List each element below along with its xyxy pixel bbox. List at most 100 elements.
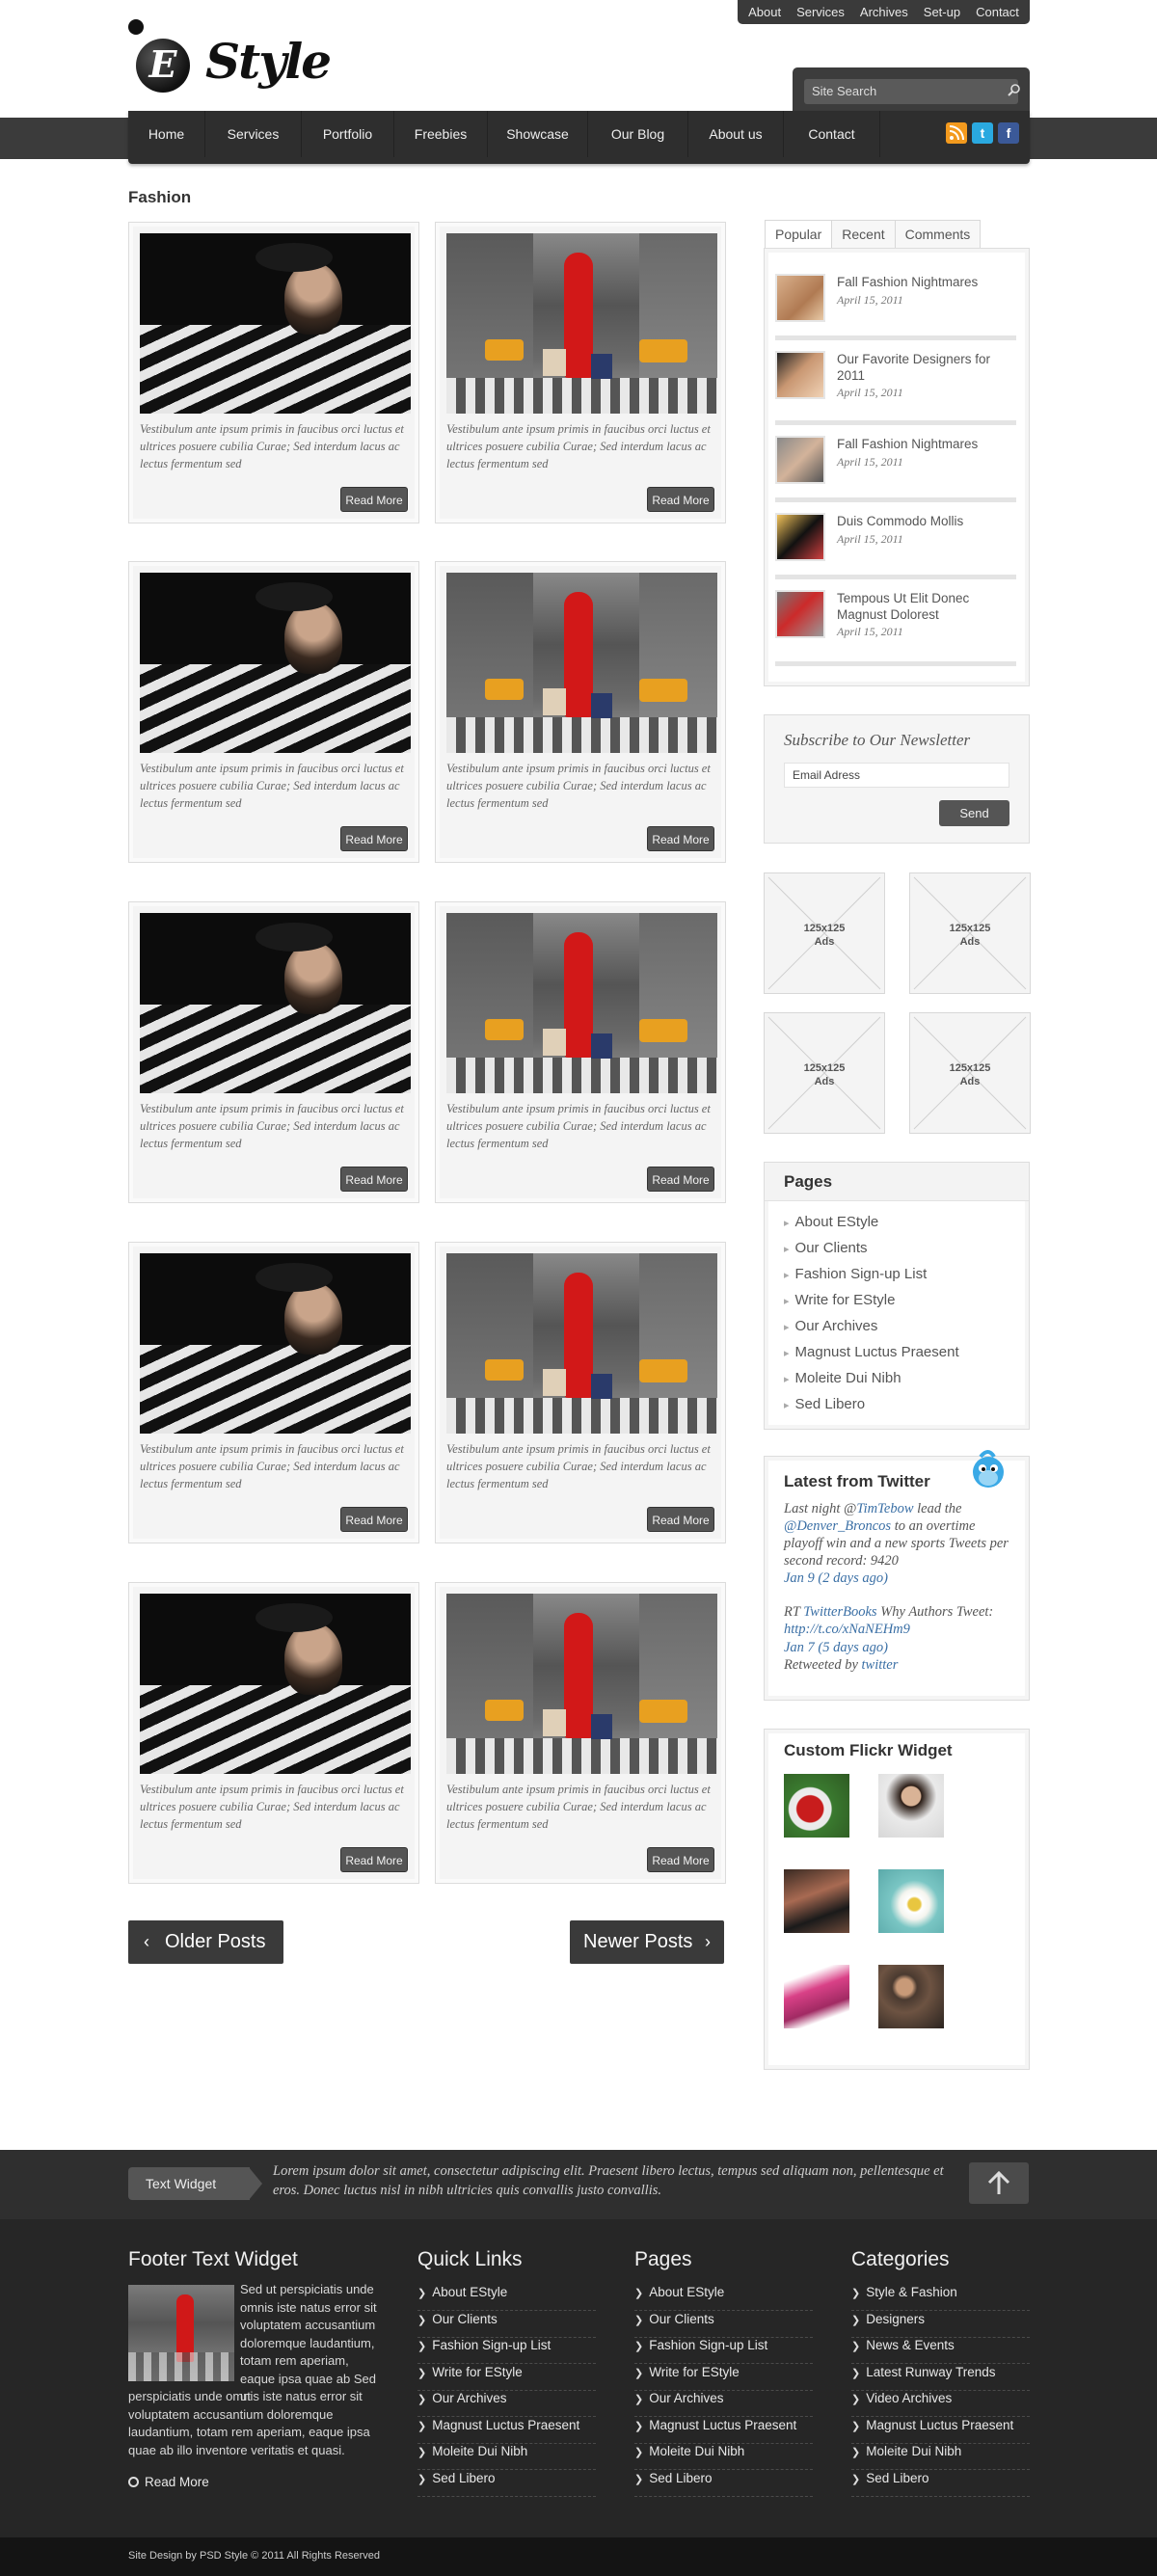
footer-quick-links-link[interactable]: ❯ Write for EStyle bbox=[417, 2365, 596, 2391]
newer-posts-button[interactable]: Newer Posts › bbox=[570, 1920, 724, 1964]
toplink-about[interactable]: About bbox=[748, 5, 781, 19]
tweet-url-link[interactable]: http://t.co/xNaNEHm9 bbox=[784, 1622, 910, 1637]
read-more-button[interactable]: Read More bbox=[340, 1847, 408, 1872]
footer-categories-link[interactable]: ❯ Style & Fashion bbox=[851, 2285, 1030, 2311]
ad-slot[interactable]: 125x125 Ads bbox=[909, 872, 1031, 994]
post-image[interactable] bbox=[140, 913, 411, 1093]
read-more-button[interactable]: Read More bbox=[647, 1507, 714, 1532]
popular-item[interactable]: Fall Fashion Nightmares April 15, 2011 bbox=[775, 268, 1016, 335]
pages-list-item[interactable]: ▸ Fashion Sign-up List bbox=[784, 1266, 927, 1282]
tweet-1-time[interactable]: Jan 9 (2 days ago) bbox=[784, 1570, 888, 1587]
ad-slot[interactable]: 125x125 Ads bbox=[909, 1012, 1031, 1134]
flickr-photo[interactable] bbox=[878, 1869, 944, 1933]
older-posts-button[interactable]: ‹ Older Posts bbox=[128, 1920, 283, 1964]
tweet-mention-link[interactable]: @Denver_Broncos bbox=[784, 1518, 891, 1534]
toplink-services[interactable]: Services bbox=[796, 5, 845, 19]
footer-quick-links-link[interactable]: ❯ About EStyle bbox=[417, 2285, 596, 2311]
footer-pages-link[interactable]: ❯ Sed Libero bbox=[634, 2471, 813, 2497]
toplink-archives[interactable]: Archives bbox=[860, 5, 908, 19]
nav-showcase[interactable]: Showcase bbox=[488, 111, 588, 157]
search-icon[interactable] bbox=[1007, 83, 1022, 98]
footer-categories-link[interactable]: ❯ Latest Runway Trends bbox=[851, 2365, 1030, 2391]
post-image[interactable] bbox=[446, 1253, 717, 1434]
flickr-photo[interactable] bbox=[784, 1774, 849, 1838]
footer-pages-link[interactable]: ❯ Moleite Dui Nibh bbox=[634, 2444, 813, 2470]
pages-list-item[interactable]: ▸ Our Archives bbox=[784, 1318, 877, 1334]
pages-list-item[interactable]: ▸ About EStyle bbox=[784, 1214, 878, 1230]
nav-portfolio[interactable]: Portfolio bbox=[302, 111, 394, 157]
pages-list-item[interactable]: ▸ Moleite Dui Nibh bbox=[784, 1370, 901, 1386]
post-image[interactable] bbox=[140, 1253, 411, 1434]
tab-recent[interactable]: Recent bbox=[831, 220, 896, 249]
post-image[interactable] bbox=[140, 573, 411, 753]
footer-categories-link[interactable]: ❯ Moleite Dui Nibh bbox=[851, 2444, 1030, 2470]
nav-freebies[interactable]: Freebies bbox=[394, 111, 488, 157]
toplink-setup[interactable]: Set-up bbox=[924, 5, 960, 19]
flickr-photo[interactable] bbox=[784, 1869, 849, 1933]
flickr-photo[interactable] bbox=[784, 1965, 849, 2028]
footer-pages-link[interactable]: ❯ Write for EStyle bbox=[634, 2365, 813, 2391]
read-more-button[interactable]: Read More bbox=[647, 1847, 714, 1872]
retweeter-link[interactable]: twitter bbox=[862, 1657, 899, 1673]
footer-categories-link[interactable]: ❯ Magnust Luctus Praesent bbox=[851, 2418, 1030, 2444]
pages-list-item[interactable]: ▸ Write for EStyle bbox=[784, 1292, 895, 1308]
email-field[interactable]: Email Adress bbox=[784, 763, 1009, 788]
pages-list-item[interactable]: ▸ Our Clients bbox=[784, 1240, 868, 1256]
ad-slot[interactable]: 125x125 Ads bbox=[764, 872, 885, 994]
footer-pages-link[interactable]: ❯ Fashion Sign-up List bbox=[634, 2338, 813, 2364]
pages-list-item[interactable]: ▸ Magnust Luctus Praesent bbox=[784, 1344, 959, 1360]
nav-services[interactable]: Services bbox=[205, 111, 302, 157]
post-image[interactable] bbox=[446, 1594, 717, 1774]
footer-pages-link[interactable]: ❯ Our Clients bbox=[634, 2312, 813, 2338]
read-more-button[interactable]: Read More bbox=[647, 487, 714, 512]
footer-pages-link[interactable]: ❯ Our Archives bbox=[634, 2391, 813, 2417]
nav-contact[interactable]: Contact bbox=[784, 111, 880, 157]
popular-item[interactable]: Fall Fashion Nightmares April 15, 2011 bbox=[775, 430, 1016, 497]
tab-popular[interactable]: Popular bbox=[765, 220, 833, 249]
twitter-icon[interactable]: t bbox=[972, 122, 993, 144]
flickr-photo[interactable] bbox=[878, 1965, 944, 2028]
read-more-button[interactable]: Read More bbox=[340, 826, 408, 851]
tab-comments[interactable]: Comments bbox=[894, 220, 982, 249]
back-to-top-button[interactable] bbox=[969, 2162, 1029, 2204]
footer-categories-link[interactable]: ❯ Video Archives bbox=[851, 2391, 1030, 2417]
popular-item[interactable]: Tempous Ut Elit Donec Magnust Dolorest A… bbox=[775, 584, 1016, 652]
logo[interactable]: E Style bbox=[128, 19, 340, 96]
tweet-mention-link[interactable]: TimTebow bbox=[856, 1501, 913, 1516]
post-image[interactable] bbox=[446, 913, 717, 1093]
tweet-mention-link[interactable]: TwitterBooks bbox=[803, 1604, 876, 1620]
read-more-button[interactable]: Read More bbox=[340, 1167, 408, 1192]
footer-categories-link[interactable]: ❯ Sed Libero bbox=[851, 2471, 1030, 2497]
facebook-icon[interactable]: f bbox=[998, 122, 1019, 144]
send-button[interactable]: Send bbox=[939, 800, 1009, 826]
read-more-button[interactable]: Read More bbox=[647, 1167, 714, 1192]
nav-our-blog[interactable]: Our Blog bbox=[588, 111, 688, 157]
post-image[interactable] bbox=[140, 233, 411, 414]
rss-icon[interactable] bbox=[946, 122, 967, 144]
popular-item[interactable]: Duis Commodo Mollis April 15, 2011 bbox=[775, 507, 1016, 575]
footer-quick-links-link[interactable]: ❯ Moleite Dui Nibh bbox=[417, 2444, 596, 2470]
ad-slot[interactable]: 125x125 Ads bbox=[764, 1012, 885, 1134]
nav-about-us[interactable]: About us bbox=[688, 111, 784, 157]
read-more-button[interactable]: Read More bbox=[340, 1507, 408, 1532]
flickr-photo[interactable] bbox=[878, 1774, 944, 1838]
footer-read-more-link[interactable]: Read More bbox=[128, 2475, 209, 2489]
footer-quick-links-link[interactable]: ❯ Our Archives bbox=[417, 2391, 596, 2417]
post-image[interactable] bbox=[446, 233, 717, 414]
footer-quick-links-link[interactable]: ❯ Our Clients bbox=[417, 2312, 596, 2338]
footer-quick-links-link[interactable]: ❯ Magnust Luctus Praesent bbox=[417, 2418, 596, 2444]
tweet-2-time[interactable]: Jan 7 (5 days ago) bbox=[784, 1639, 888, 1656]
pages-list-item[interactable]: ▸ Sed Libero bbox=[784, 1396, 865, 1412]
post-image[interactable] bbox=[446, 573, 717, 753]
post-image[interactable] bbox=[140, 1594, 411, 1774]
search-input[interactable]: Site Search bbox=[804, 79, 1018, 104]
toplink-contact[interactable]: Contact bbox=[976, 5, 1019, 19]
footer-pages-link[interactable]: ❯ About EStyle bbox=[634, 2285, 813, 2311]
footer-quick-links-link[interactable]: ❯ Fashion Sign-up List bbox=[417, 2338, 596, 2364]
footer-pages-link[interactable]: ❯ Magnust Luctus Praesent bbox=[634, 2418, 813, 2444]
footer-quick-links-link[interactable]: ❯ Sed Libero bbox=[417, 2471, 596, 2497]
footer-categories-link[interactable]: ❯ News & Events bbox=[851, 2338, 1030, 2364]
read-more-button[interactable]: Read More bbox=[340, 487, 408, 512]
footer-categories-link[interactable]: ❯ Designers bbox=[851, 2312, 1030, 2338]
popular-item[interactable]: Our Favorite Designers for 2011 April 15… bbox=[775, 345, 1016, 413]
